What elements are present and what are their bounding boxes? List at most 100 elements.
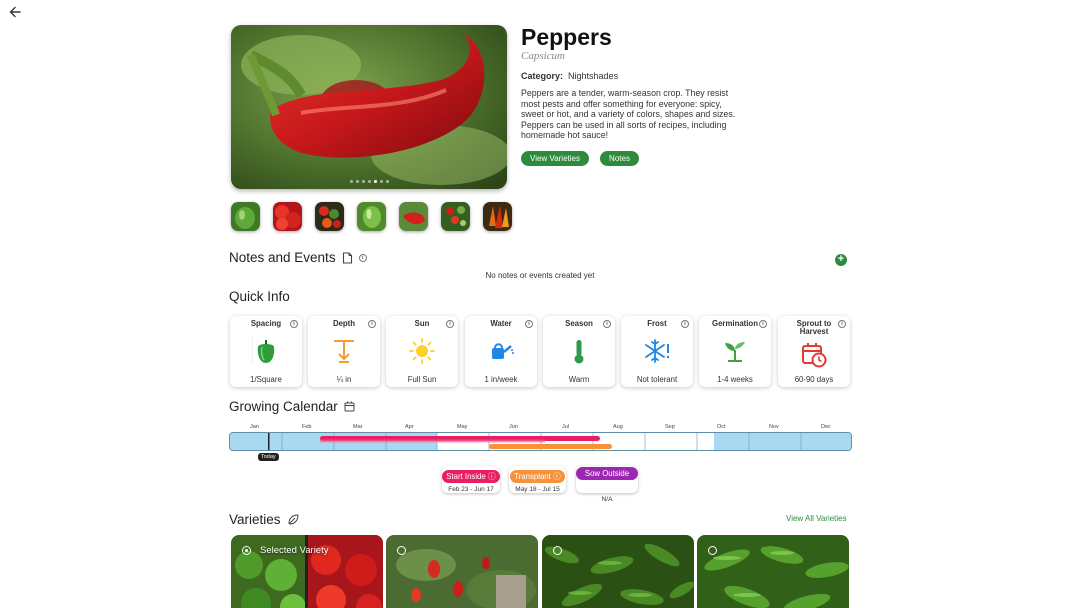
notes-button[interactable]: Notes [600, 151, 639, 166]
quick-info-card-sprout-to-harvest: Sprout to Harvest i 60-90 days [778, 316, 850, 387]
thumbnail[interactable] [357, 202, 386, 231]
legend-label: Sow Outside [584, 469, 630, 478]
month-label: May [457, 424, 468, 430]
back-arrow-icon[interactable] [8, 5, 22, 19]
variety-radio[interactable] [242, 546, 251, 555]
variety-radio[interactable] [553, 546, 562, 555]
legend-tag[interactable]: Sow Outside ⓘ [576, 467, 638, 491]
thermometer-icon [574, 340, 584, 364]
month-label: Sep [665, 424, 675, 430]
view-all-varieties-link[interactable]: View All Varieties [786, 514, 847, 523]
info-icon[interactable]: ⓘ [553, 472, 561, 481]
notes-events-heading: Notes and Events i [229, 250, 367, 265]
plant-description: Peppers are a tender, warm-season crop. … [521, 88, 736, 141]
info-icon[interactable]: i [525, 320, 533, 328]
info-icon[interactable]: i [358, 253, 367, 262]
month-label: Oct [717, 424, 726, 430]
legend-transplant: Transplant ⓘ May 18 - Jul 15 [509, 466, 566, 493]
legend-tag[interactable]: Start Inside ⓘ [442, 470, 500, 483]
month-label: Aug [613, 424, 623, 430]
info-icon[interactable]: ⓘ [603, 482, 611, 491]
calendar-timeline [230, 433, 851, 450]
card-value: 1 in/week [484, 375, 518, 384]
sprout-icon [725, 342, 745, 362]
legend-dates: N/A [601, 496, 613, 503]
info-icon[interactable]: i [446, 320, 454, 328]
thumbnail[interactable] [483, 202, 512, 231]
card-value: 60-90 days [794, 375, 834, 384]
hero-image[interactable] [231, 25, 507, 189]
varieties-heading: Varieties [229, 512, 299, 527]
info-icon[interactable]: ⓘ [488, 472, 496, 481]
watering-can-icon [492, 343, 514, 359]
legend-label: Transplant [514, 472, 551, 481]
month-label: Feb [302, 424, 312, 430]
leaf-icon[interactable] [287, 514, 299, 525]
legend-tag[interactable]: Transplant ⓘ [510, 470, 565, 483]
info-icon[interactable]: i [368, 320, 376, 328]
selected-variety-label: Selected Variety [260, 545, 329, 556]
notes-events-title: Notes and Events [229, 250, 336, 265]
variety-radio[interactable] [708, 546, 717, 555]
month-label: Jun [509, 424, 518, 430]
variety-card[interactable] [386, 535, 538, 608]
view-varieties-button[interactable]: View Varieties [521, 151, 589, 166]
quick-info-card-depth: Depth i ¼ in [308, 316, 380, 387]
quick-info-card-germination: Germination i 1-4 weeks [699, 316, 771, 387]
growing-calendar-bar[interactable] [229, 432, 852, 451]
info-icon[interactable]: i [603, 320, 611, 328]
legend-dates: Feb 23 - Jun 17 [448, 486, 494, 493]
thumbnail[interactable] [399, 202, 428, 231]
carousel-dots[interactable] [231, 180, 507, 183]
card-value: Not tolerant [636, 375, 678, 384]
variety-radio[interactable] [397, 546, 406, 555]
category-label: Category: [521, 71, 564, 81]
hero-pepper-photo [231, 25, 507, 189]
legend-label: Start Inside [446, 472, 486, 481]
quick-info-card-water: Water i 1 in/week [465, 316, 537, 387]
info-icon[interactable]: i [681, 320, 689, 328]
variety-card-selected[interactable]: Selected Variety [231, 535, 383, 608]
varieties-title: Varieties [229, 512, 281, 527]
today-marker [268, 433, 270, 450]
variety-photo [697, 535, 849, 608]
snowflake-icon [645, 339, 670, 363]
card-value: Full Sun [407, 375, 437, 384]
transplant-bar [489, 444, 612, 449]
thumbnail[interactable] [231, 202, 260, 231]
legend-start-inside: Start Inside ⓘ Feb 23 - Jun 17 [442, 466, 500, 493]
thumbnail[interactable] [273, 202, 302, 231]
month-label: Jul [562, 424, 570, 430]
scientific-name: Capsicum [521, 50, 565, 62]
month-label: Dec [821, 424, 831, 430]
growing-calendar-title: Growing Calendar [229, 399, 338, 414]
today-label: Today [258, 453, 279, 461]
legend-sow-outside: Sow Outside ⓘ N/A [576, 466, 638, 503]
variety-photo [542, 535, 694, 608]
info-icon[interactable]: i [838, 320, 846, 328]
variety-photo [386, 535, 538, 608]
calendar-icon[interactable] [344, 401, 355, 412]
month-label: Jan [250, 424, 259, 430]
depth-icon [334, 340, 354, 363]
variety-card[interactable] [697, 535, 849, 608]
variety-card[interactable] [542, 535, 694, 608]
quick-info-card-frost: Frost i Not tolerant [621, 316, 693, 387]
document-icon[interactable] [342, 251, 353, 264]
info-icon[interactable]: i [759, 320, 767, 328]
quick-info-card-sun: Sun i Full Sun [386, 316, 458, 387]
card-value: 1-4 weeks [717, 375, 753, 384]
growing-calendar-heading: Growing Calendar [229, 399, 355, 414]
add-note-button[interactable]: + [835, 254, 847, 266]
quick-info-card-season: Season i Warm [543, 316, 615, 387]
month-label: Mar [353, 424, 363, 430]
quick-info-heading: Quick Info [229, 289, 290, 304]
card-value: 1/Square [250, 375, 282, 384]
info-icon[interactable]: i [290, 320, 298, 328]
thumbnail[interactable] [315, 202, 344, 231]
quick-info-card-spacing: Spacing i 1/Square [230, 316, 302, 387]
sun-icon [409, 338, 435, 364]
thumbnail[interactable] [441, 202, 470, 231]
card-value: ¼ in [336, 375, 352, 384]
calendar-clock-icon [802, 343, 827, 368]
